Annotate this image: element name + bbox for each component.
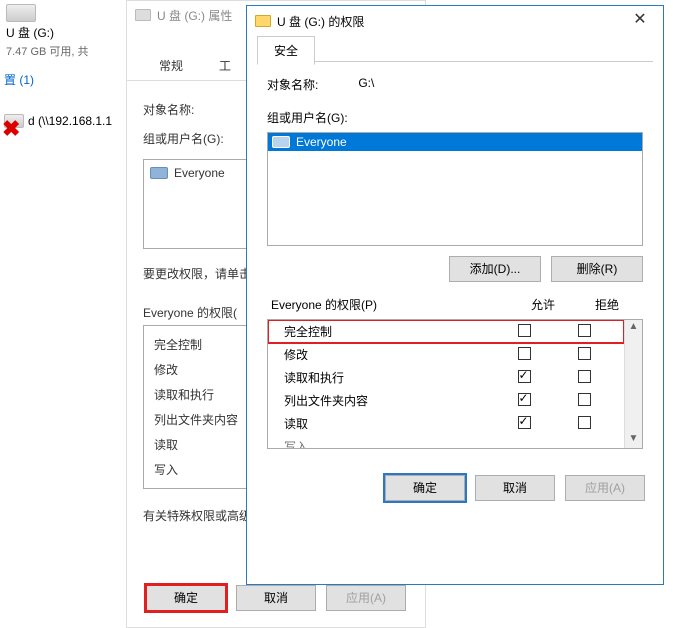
perm-name: 列出文件夹内容	[278, 392, 494, 409]
ok-button[interactable]: 确定	[146, 585, 226, 611]
col-allow: 允许	[511, 296, 575, 313]
properties-title-text: U 盘 (G:) 属性	[157, 7, 232, 24]
close-button[interactable]: ✕	[617, 6, 663, 36]
group-users-list[interactable]: Everyone	[267, 132, 643, 246]
perm-name: 完全控制	[278, 323, 494, 340]
network-drive-label: d (\\192.168.1.1	[28, 114, 112, 128]
deny-checkbox[interactable]	[578, 324, 591, 337]
tab-tools[interactable]: 工	[201, 49, 249, 80]
settings-link[interactable]: 置 (1)	[0, 65, 130, 94]
error-x-icon: ✖	[2, 116, 20, 142]
scroll-up-icon[interactable]: ▲	[626, 320, 642, 336]
perm-name: 修改	[278, 346, 494, 363]
perm-row-write: 写入	[268, 435, 624, 448]
tab-security[interactable]: 安全	[257, 36, 315, 65]
col-deny: 拒绝	[575, 296, 639, 313]
drive-entry[interactable]: U 盘 (G:) 7.47 GB 可用, 共	[0, 0, 130, 65]
allow-checkbox[interactable]	[518, 416, 531, 429]
perm-row-full-control: 完全控制	[268, 320, 624, 343]
drive-icon	[6, 4, 36, 22]
allow-checkbox[interactable]	[518, 370, 531, 383]
permissions-dialog: U 盘 (G:) 的权限 ✕ 安全 对象名称: G:\ 组或用户名(G): Ev…	[246, 5, 664, 585]
permissions-tabs: 安全	[247, 36, 663, 62]
deny-checkbox[interactable]	[578, 393, 591, 406]
drive-label: U 盘 (G:)	[6, 24, 124, 41]
group-icon	[150, 167, 168, 179]
deny-checkbox[interactable]	[578, 416, 591, 429]
folder-icon	[255, 15, 271, 27]
perm-name: 写入	[278, 438, 494, 448]
perms-for-label: Everyone 的权限(P)	[271, 296, 511, 313]
group-icon	[272, 136, 290, 148]
scrollbar[interactable]: ▲ ▼	[624, 320, 642, 448]
perm-name: 读取和执行	[278, 369, 494, 386]
drive-icon	[135, 9, 151, 21]
perm-row-read-exec: 读取和执行	[268, 366, 624, 389]
perm-name: 读取	[278, 415, 494, 432]
perm-row-modify: 修改	[268, 343, 624, 366]
apply-button[interactable]: 应用(A)	[326, 585, 406, 611]
permissions-grid-header: Everyone 的权限(P) 允许 拒绝	[267, 296, 643, 319]
add-button[interactable]: 添加(D)...	[449, 256, 541, 282]
group-users-label: 组或用户名(G):	[267, 109, 643, 126]
group-name: Everyone	[296, 135, 347, 149]
explorer-sidebar: U 盘 (G:) 7.47 GB 可用, 共 置 (1) d (\\192.16…	[0, 0, 130, 628]
apply-button[interactable]: 应用(A)	[565, 475, 645, 501]
deny-checkbox[interactable]	[578, 347, 591, 360]
group-name: Everyone	[174, 166, 225, 180]
cancel-button[interactable]: 取消	[475, 475, 555, 501]
object-name-value: G:\	[358, 76, 374, 93]
list-item-everyone-selected[interactable]: Everyone	[268, 133, 642, 151]
permissions-buttons: 确定 取消 应用(A)	[247, 457, 663, 501]
perm-row-list-folder: 列出文件夹内容	[268, 389, 624, 412]
allow-checkbox[interactable]	[518, 324, 531, 337]
allow-checkbox[interactable]	[518, 347, 531, 360]
permissions-title-text: U 盘 (G:) 的权限	[277, 13, 364, 30]
deny-checkbox[interactable]	[578, 370, 591, 383]
remove-button[interactable]: 删除(R)	[551, 256, 643, 282]
scroll-down-icon[interactable]: ▼	[626, 432, 642, 448]
allow-checkbox[interactable]	[518, 393, 531, 406]
object-name-label: 对象名称:	[267, 76, 318, 93]
cancel-button[interactable]: 取消	[236, 585, 316, 611]
tab-general[interactable]: 常规	[141, 49, 201, 80]
ok-button[interactable]: 确定	[385, 475, 465, 501]
permissions-grid: 完全控制 修改 读取和执行 列出文件夹内容	[267, 319, 643, 449]
perm-row-read: 读取	[268, 412, 624, 435]
drive-free-text: 7.47 GB 可用, 共	[6, 43, 124, 59]
permissions-titlebar[interactable]: U 盘 (G:) 的权限 ✕	[247, 6, 663, 36]
